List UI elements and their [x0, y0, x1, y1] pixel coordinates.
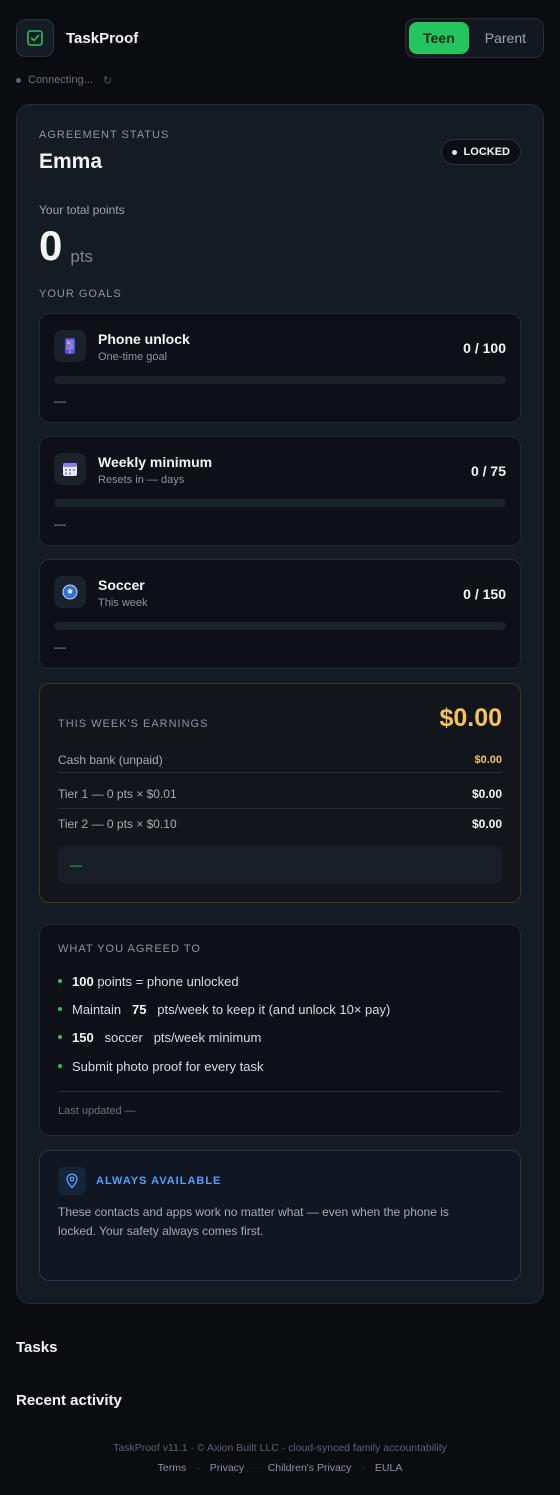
connection-dot: [16, 77, 21, 83]
earnings-row-value: $0.00: [471, 787, 502, 801]
app-name: TaskProof: [66, 29, 139, 47]
earnings-total: $0.00: [439, 704, 502, 732]
agreement-item: Submit photo proof for every task: [58, 1056, 263, 1076]
goal-card-soccer: Soccer This week 0 / 150 —: [39, 559, 521, 669]
top-bar: TaskProof Teen Parent: [16, 18, 544, 58]
bullet-icon: [58, 979, 62, 983]
goal-progress-value: 0 / 100: [463, 340, 506, 356]
goal-progress-value: 0 / 150: [463, 586, 506, 602]
last-updated: Last updated —: [58, 1105, 136, 1117]
goal-title: Weekly minimum: [98, 454, 213, 470]
goal-subtitle: Resets in — days: [98, 474, 185, 486]
calendar-icon: [54, 453, 86, 485]
refresh-icon[interactable]: ↻: [103, 74, 112, 87]
goal-footnote: —: [54, 394, 66, 408]
earnings-row: Cash bank (unpaid) $0.00: [58, 748, 502, 772]
lock-status-dot: [451, 149, 457, 155]
agreement-status-card: AGREEMENT STATUS Emma LOCKED Your total …: [16, 104, 544, 1304]
divider: [58, 1091, 502, 1092]
bullet-icon: [58, 1007, 62, 1011]
goals-heading: YOUR GOALS: [39, 288, 122, 300]
agreement-status-label: AGREEMENT STATUS: [39, 129, 170, 141]
always-available-text: These contacts and apps work no matter w…: [58, 1205, 449, 1238]
goal-subtitle: One-time goal: [98, 351, 168, 363]
earnings-row-value: $0.00: [471, 817, 502, 831]
earnings-row-label: Cash bank (unpaid): [58, 753, 163, 767]
bullet-icon: [58, 1035, 62, 1039]
agreement-item-text: pts/week to keep it (and unlock 10× pay): [157, 1001, 391, 1017]
agreement-item-text: pts/week minimum: [153, 1029, 262, 1045]
weekly-earnings-card: THIS WEEK'S EARNINGS $0.00 Cash bank (un…: [39, 683, 521, 903]
footer-link-terms[interactable]: Terms: [158, 1462, 187, 1474]
agreement-item-mid: soccer: [104, 1029, 143, 1045]
earnings-row: Tier 2 — 0 pts × $0.10 $0.00: [58, 812, 502, 836]
earnings-row: Tier 1 — 0 pts × $0.01 $0.00: [58, 782, 502, 806]
footer-link-childrens-privacy[interactable]: Children's Privacy: [268, 1462, 352, 1474]
app-logo: [16, 19, 54, 57]
goal-title: Phone unlock: [98, 331, 190, 347]
goal-subtitle: This week: [98, 597, 148, 609]
lock-status-badge: LOCKED: [440, 139, 521, 165]
tasks-heading[interactable]: Tasks: [16, 1339, 57, 1356]
connection-status: Connecting... ↻: [16, 72, 112, 88]
total-points-unit: pts: [70, 247, 94, 266]
soccer-ball-icon: [54, 576, 86, 608]
agreement-item-text: points = phone unlocked: [97, 973, 239, 989]
agreement-item-value: 75: [131, 1001, 147, 1017]
goal-progress-value: 0 / 75: [470, 463, 506, 479]
recent-activity-heading[interactable]: Recent activity: [16, 1392, 122, 1409]
footer-link-eula[interactable]: EULA: [375, 1462, 402, 1474]
child-name: Emma: [39, 150, 103, 173]
footer-separator: ·: [361, 1462, 365, 1474]
footer-separator: ·: [254, 1462, 258, 1474]
divider: [58, 808, 502, 809]
always-available-card: ALWAYS AVAILABLE These contacts and apps…: [39, 1150, 521, 1281]
goal-title: Soccer: [98, 577, 145, 593]
footer-text: TaskProof v11.1 · © Axion Built LLC · cl…: [113, 1442, 447, 1454]
total-points-label: Your total points: [39, 203, 125, 217]
agreement-terms-card: WHAT YOU AGREED TO 100 points = phone un…: [39, 924, 521, 1136]
agreement-item-value: 100: [72, 973, 94, 989]
role-teen-button[interactable]: Teen: [409, 22, 469, 54]
footer-links: Terms · Privacy · Children's Privacy · E…: [0, 1462, 560, 1474]
footer-link-privacy[interactable]: Privacy: [210, 1462, 244, 1474]
goal-progress-bar: [54, 376, 506, 384]
checkbox-icon: [27, 30, 43, 46]
agreement-item-prefix: Maintain: [72, 1001, 122, 1017]
earnings-row-label: Tier 2 — 0 pts × $0.10: [58, 817, 177, 831]
earnings-row-label: Tier 1 — 0 pts × $0.01: [58, 787, 177, 801]
divider: [58, 772, 502, 773]
lock-status-text: LOCKED: [463, 146, 510, 158]
goal-footnote: —: [54, 640, 66, 654]
agreement-terms-heading: WHAT YOU AGREED TO: [58, 943, 201, 955]
goal-progress-bar: [54, 622, 506, 630]
location-pin-icon: [58, 1167, 86, 1195]
phone-icon: [54, 330, 86, 362]
agreement-item: Maintain 75 pts/week to keep it (and unl…: [58, 999, 390, 1019]
footer-separator: ·: [196, 1462, 200, 1474]
agreement-item: 150 soccer pts/week minimum: [58, 1027, 261, 1047]
total-points-value: 0: [39, 222, 63, 269]
total-points: 0 pts: [39, 225, 93, 267]
agreement-item-text: Submit photo proof for every task: [72, 1058, 264, 1074]
agreement-item-value: 150: [72, 1029, 94, 1045]
goal-footnote: —: [54, 517, 66, 531]
goal-progress-bar: [54, 499, 506, 507]
role-toggle: Teen Parent: [405, 18, 544, 58]
goal-card-weekly-minimum: Weekly minimum Resets in — days 0 / 75 —: [39, 436, 521, 546]
earnings-heading: THIS WEEK'S EARNINGS: [58, 718, 209, 730]
agreement-item: 100 points = phone unlocked: [58, 971, 239, 991]
bullet-icon: [58, 1064, 62, 1068]
connection-text: Connecting...: [28, 74, 93, 86]
earnings-row-value: $0.00: [474, 754, 502, 766]
always-available-title: ALWAYS AVAILABLE: [96, 1175, 222, 1187]
goal-card-phone-unlock: Phone unlock One-time goal 0 / 100 —: [39, 313, 521, 423]
earnings-note: —: [58, 846, 502, 884]
role-parent-button[interactable]: Parent: [471, 22, 540, 54]
